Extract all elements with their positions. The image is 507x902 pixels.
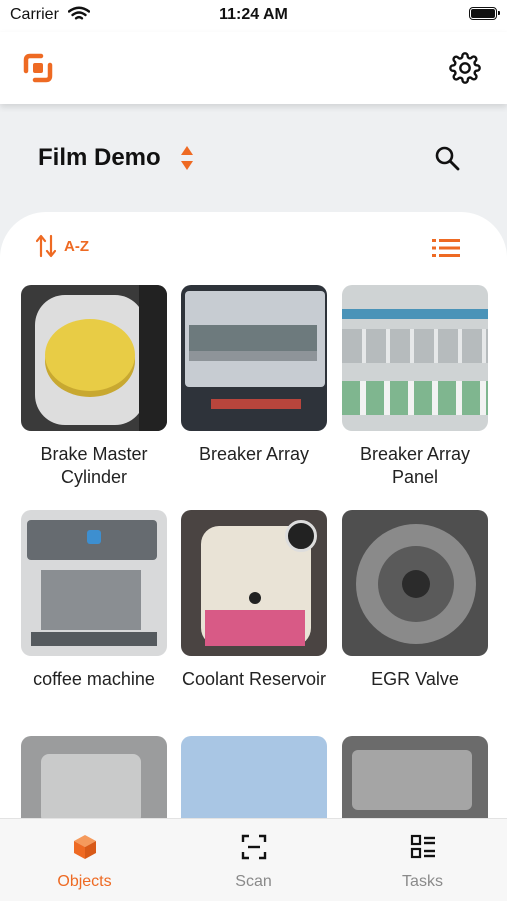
top-bar <box>0 32 507 104</box>
objects-panel: A-Z Brake Master Cylinder Breaker Array … <box>0 212 507 902</box>
object-label: Brake Master Cylinder <box>40 444 148 487</box>
tab-objects[interactable]: Objects <box>0 819 169 901</box>
cube-icon <box>74 835 96 859</box>
sort-arrows-icon[interactable] <box>180 145 194 171</box>
tasks-icon <box>410 834 435 859</box>
object-thumbnail <box>21 285 167 431</box>
tab-tasks[interactable]: Tasks <box>338 819 507 901</box>
battery-icon <box>469 7 500 20</box>
tab-scan[interactable]: Scan <box>169 819 338 901</box>
tab-scan-label: Scan <box>235 873 272 890</box>
sort-az-icon <box>36 234 56 258</box>
object-tile[interactable]: EGR Valve <box>342 510 488 691</box>
object-tile[interactable]: Breaker Array Panel <box>342 285 488 489</box>
object-tile[interactable]: Coolant Reservoir <box>181 510 327 691</box>
object-tile[interactable]: coffee machine <box>21 510 167 691</box>
object-label: Breaker Array Panel <box>359 444 471 487</box>
object-label: coffee machine <box>33 669 155 689</box>
object-tile[interactable]: Brake Master Cylinder <box>21 285 167 489</box>
object-thumbnail <box>181 510 327 656</box>
app-logo-icon[interactable] <box>22 52 54 84</box>
object-label: Coolant Reservoir <box>181 669 327 689</box>
sort-label: A-Z <box>64 237 89 255</box>
object-thumbnail <box>342 510 488 656</box>
sort-az-button[interactable]: A-Z <box>36 234 89 258</box>
tab-objects-label: Objects <box>57 873 112 890</box>
tab-tasks-label: Tasks <box>402 873 443 890</box>
gear-icon[interactable] <box>449 52 481 84</box>
object-thumbnail <box>21 510 167 656</box>
status-bar: Carrier 11:24 AM <box>0 0 507 32</box>
scan-icon <box>241 834 267 860</box>
status-time: 11:24 AM <box>219 6 288 23</box>
tab-bar: Objects Scan Tasks <box>0 818 507 901</box>
object-label: EGR Valve <box>371 669 459 689</box>
project-title[interactable]: Film Demo <box>38 144 161 172</box>
object-thumbnail <box>181 285 327 431</box>
search-icon[interactable] <box>434 145 460 171</box>
list-view-icon[interactable] <box>432 238 460 258</box>
object-tile[interactable]: Breaker Array <box>181 285 327 466</box>
object-label: Breaker Array <box>198 444 310 464</box>
object-thumbnail <box>342 285 488 431</box>
